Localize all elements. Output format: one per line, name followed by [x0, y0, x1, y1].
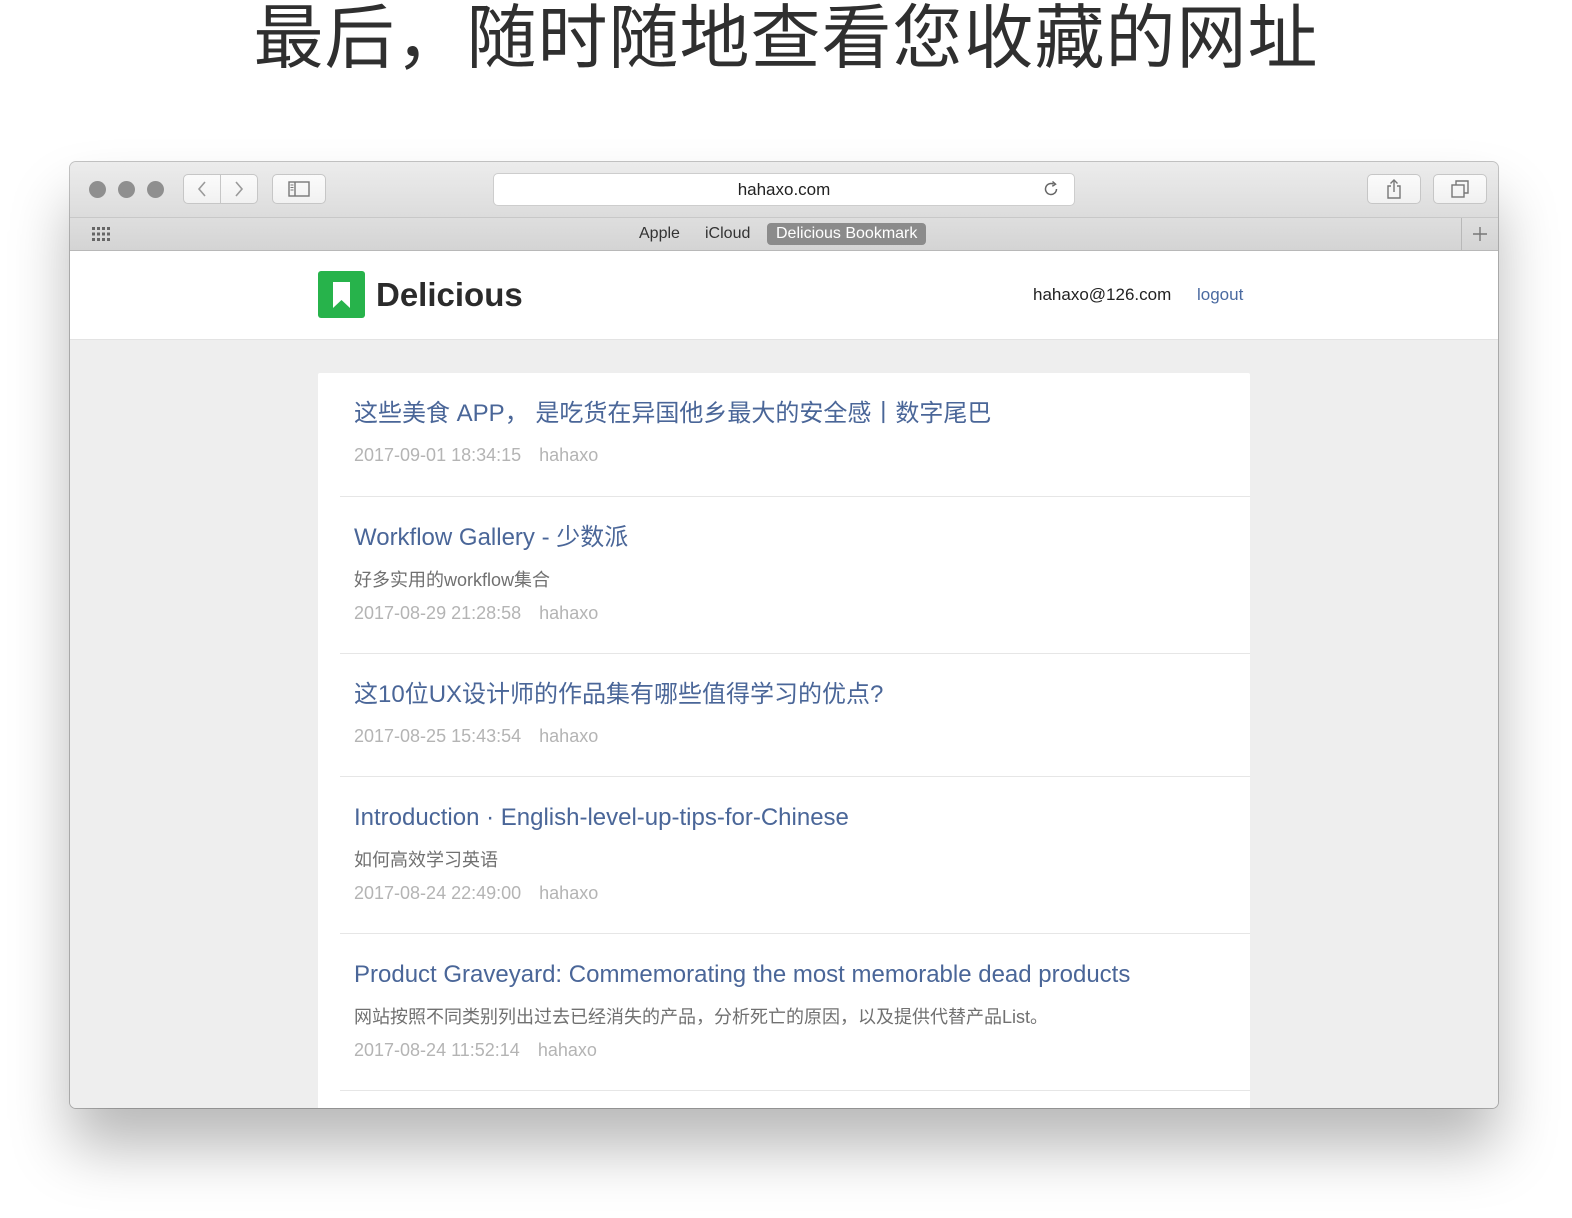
favorite-icloud[interactable]: iCloud — [696, 223, 759, 245]
tabs-icon — [1451, 180, 1469, 198]
bookmark-description: 网站按照不同类别列出过去已经消失的产品，分析死亡的原因，以及提供代替产品List… — [354, 1007, 1049, 1027]
chevron-right-icon — [235, 181, 244, 197]
favorite-delicious-bookmark[interactable]: Delicious Bookmark — [767, 223, 927, 245]
zoom-window-button[interactable] — [147, 181, 164, 198]
browser-toolbar: hahaxo.com — [70, 162, 1498, 218]
minimize-window-button[interactable] — [118, 181, 135, 198]
bookmark-meta: 2017-08-24 11:52:14 hahaxo — [354, 1038, 597, 1062]
browser-window: hahaxo.com Apple iCloud Delicious Bookma… — [70, 162, 1498, 1108]
bookmark-author: hahaxo — [539, 726, 599, 746]
bookmark-item: 这些美食 APP， 是吃货在异国他乡最大的安全感丨数字尾巴 2017-09-01… — [340, 373, 1250, 497]
bookmark-item: Workflow Gallery - 少数派 好多实用的workflow集合 2… — [340, 497, 1250, 654]
back-button[interactable] — [183, 174, 221, 204]
new-tab-button[interactable] — [1461, 218, 1498, 250]
bookmark-author: hahaxo — [539, 883, 599, 903]
bookmark-item: 这10位UX设计师的作品集有哪些值得学习的优点? 2017-08-25 15:4… — [340, 654, 1250, 777]
bookmark-time: 2017-08-24 22:49:00 — [354, 883, 522, 903]
bookmark-author: hahaxo — [539, 603, 599, 623]
bookmark-item: Introduction · English-level-up-tips-for… — [340, 777, 1250, 934]
bookmark-meta: 2017-08-24 22:49:00 hahaxo — [354, 881, 598, 905]
forward-button[interactable] — [220, 174, 258, 204]
site-header: Delicious hahaxo@126.com logout — [70, 251, 1498, 340]
bookmark-meta: 2017-08-25 15:43:54 hahaxo — [354, 724, 598, 748]
favorites-grid-icon[interactable] — [92, 226, 112, 242]
plus-icon — [1473, 227, 1487, 241]
bookmark-time: 2017-08-25 15:43:54 — [354, 726, 522, 746]
bookmark-meta: 2017-08-29 21:28:58 hahaxo — [354, 601, 598, 625]
bookmark-meta: 2017-09-01 18:34:15 hahaxo — [354, 443, 598, 467]
bookmark-title[interactable]: 这10位UX设计师的作品集有哪些值得学习的优点? — [354, 680, 883, 710]
bookmark-title[interactable]: Workflow Gallery - 少数派 — [354, 523, 628, 553]
bookmark-time: 2017-08-29 21:28:58 — [354, 603, 522, 623]
bookmark-time: 2017-09-01 18:34:15 — [354, 445, 522, 465]
sidebar-icon — [288, 181, 310, 197]
bookmark-title[interactable]: Product Graveyard: Commemorating the mos… — [354, 960, 1130, 990]
chevron-left-icon — [197, 181, 206, 197]
logout-link[interactable]: logout — [1197, 284, 1243, 306]
bookmark-item: Product Graveyard: Commemorating the mos… — [340, 934, 1250, 1091]
bookmark-time: 2017-08-24 11:52:14 — [354, 1040, 520, 1060]
site-brand[interactable]: Delicious — [376, 273, 523, 317]
main-content: 这些美食 APP， 是吃货在异国他乡最大的安全感丨数字尾巴 2017-09-01… — [70, 340, 1498, 1108]
delicious-logo[interactable] — [318, 271, 365, 318]
address-bar[interactable]: hahaxo.com — [493, 173, 1075, 206]
bookmark-description: 好多实用的workflow集合 — [354, 570, 551, 590]
bookmark-title[interactable]: 这些美食 APP， 是吃货在异国他乡最大的安全感丨数字尾巴 — [354, 399, 991, 429]
share-button[interactable] — [1367, 174, 1421, 204]
favorite-apple[interactable]: Apple — [630, 223, 689, 245]
bookmark-title[interactable]: Introduction · English-level-up-tips-for… — [354, 803, 849, 833]
tabs-overview-button[interactable] — [1433, 174, 1487, 204]
bookmark-list: 这些美食 APP， 是吃货在异国他乡最大的安全感丨数字尾巴 2017-09-01… — [318, 373, 1250, 1108]
close-window-button[interactable] — [89, 181, 106, 198]
bookmark-icon — [333, 282, 350, 308]
reload-icon[interactable] — [1042, 180, 1060, 198]
sidebar-toggle-button[interactable] — [272, 174, 326, 204]
bookmark-description: 如何高效学习英语 — [354, 850, 498, 870]
page: 最后，随时随地查看您收藏的网址 hahaxo.com Apple iCloud … — [0, 0, 1572, 1218]
page-headline: 最后，随时随地查看您收藏的网址 — [253, 0, 1319, 79]
address-url: hahaxo.com — [737, 180, 831, 199]
favorites-bar: Apple iCloud Delicious Bookmark — [70, 218, 1498, 251]
bookmark-author: hahaxo — [537, 1040, 597, 1060]
share-icon — [1387, 179, 1401, 199]
bookmark-author: hahaxo — [539, 445, 599, 465]
user-email: hahaxo@126.com — [1033, 285, 1172, 304]
